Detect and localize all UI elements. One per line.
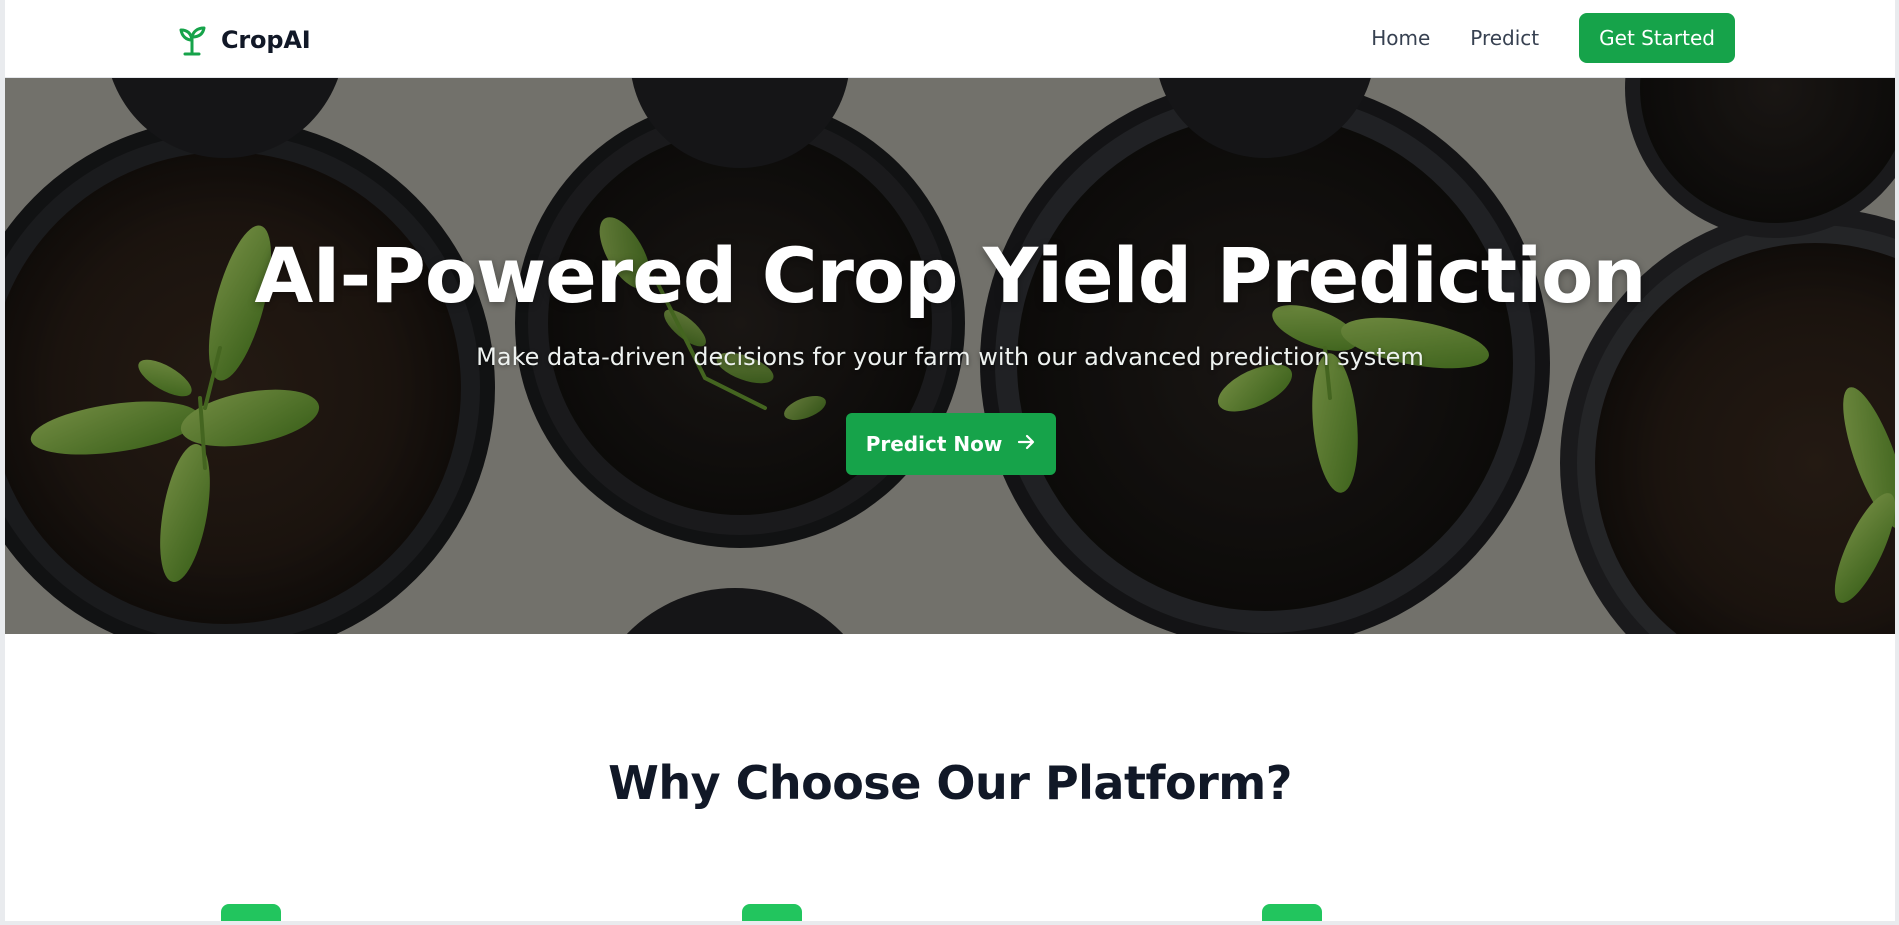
page: CropAI Home Predict Get Started AI-Power… bbox=[5, 0, 1895, 921]
navbar: CropAI Home Predict Get Started bbox=[5, 0, 1895, 78]
features-heading: Why Choose Our Platform? bbox=[608, 756, 1292, 810]
main-nav: Home Predict Get Started bbox=[1371, 13, 1735, 63]
nav-predict-link[interactable]: Predict bbox=[1470, 26, 1539, 50]
hero-title: AI-Powered Crop Yield Prediction bbox=[254, 231, 1647, 320]
hero-subtitle: Make data-driven decisions for your farm… bbox=[476, 343, 1424, 371]
feature-icon bbox=[1262, 904, 1322, 921]
hero-section: AI-Powered Crop Yield Prediction Make da… bbox=[5, 78, 1895, 634]
predict-now-button[interactable]: Predict Now bbox=[846, 413, 1056, 475]
nav-home-link[interactable]: Home bbox=[1371, 26, 1430, 50]
get-started-button[interactable]: Get Started bbox=[1579, 13, 1735, 63]
sprout-icon bbox=[175, 23, 209, 57]
brand-name: CropAI bbox=[221, 26, 311, 54]
hero-content: AI-Powered Crop Yield Prediction Make da… bbox=[5, 78, 1895, 634]
feature-icon bbox=[221, 904, 281, 921]
brand-logo-link[interactable]: CropAI bbox=[175, 20, 311, 60]
feature-icon bbox=[742, 904, 802, 921]
predict-now-label: Predict Now bbox=[865, 432, 1003, 456]
arrow-right-icon bbox=[1016, 432, 1036, 457]
